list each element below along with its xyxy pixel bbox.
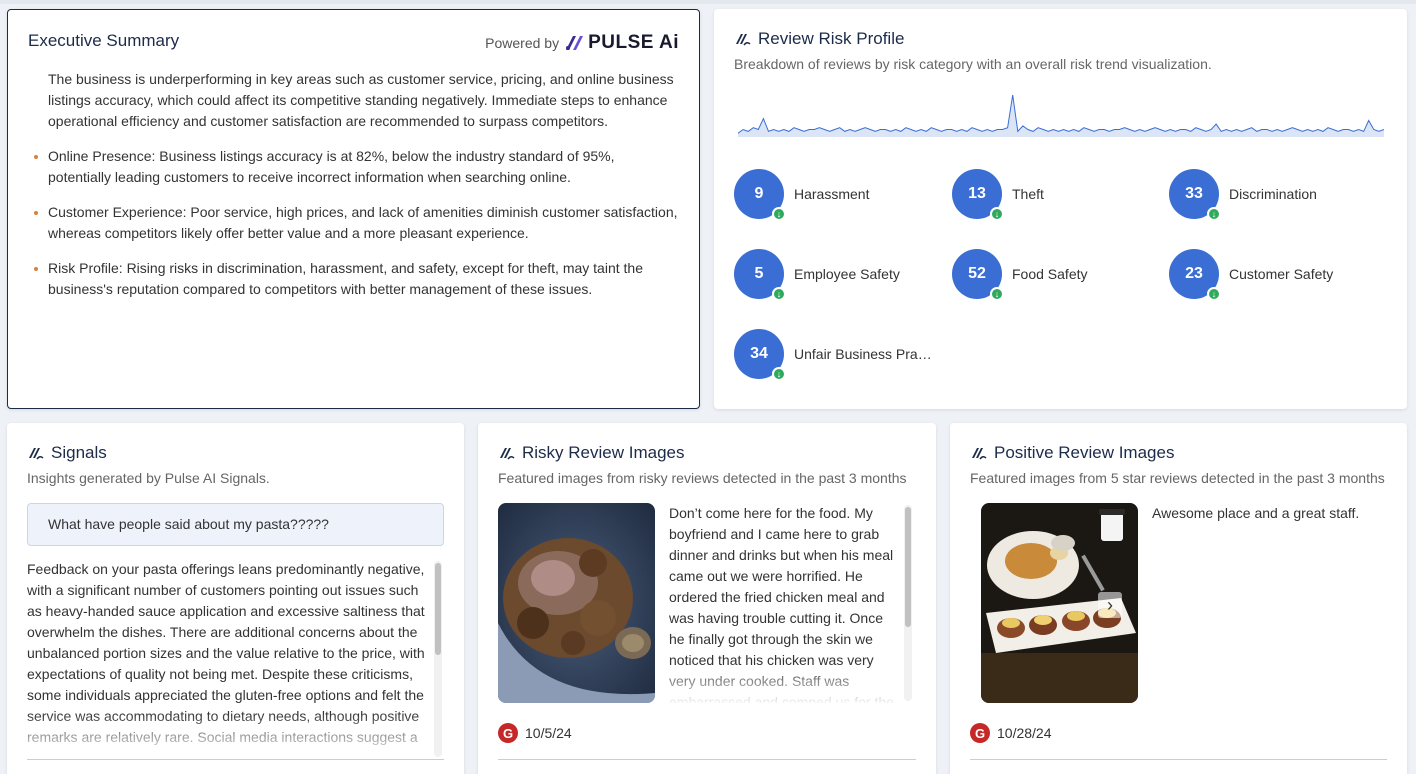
- risk-category-item[interactable]: 33 ↓ Discrimination: [1169, 169, 1317, 221]
- risk-category-item[interactable]: 9 ↓ Harassment: [734, 169, 870, 221]
- risk-category-item[interactable]: 23 ↓ Customer Safety: [1169, 249, 1334, 301]
- signal-pen-icon: [972, 448, 987, 460]
- executive-summary-body: The business is underperforming in key a…: [34, 69, 680, 314]
- risk-category-label: Theft: [1012, 186, 1044, 202]
- risk-category-label: Harassment: [794, 186, 870, 202]
- risk-trend-sparkline: [738, 94, 1384, 137]
- signals-subtitle: Insights generated by Pulse AI Signals.: [27, 470, 270, 486]
- positive-images-subtitle: Featured images from 5 star reviews dete…: [970, 470, 1385, 486]
- risk-category-item[interactable]: 52 ↓ Food Safety: [952, 249, 1088, 301]
- google-icon: G: [970, 723, 990, 743]
- positive-images-title-text: Positive Review Images: [994, 443, 1175, 462]
- positive-images-title: Positive Review Images: [970, 443, 1174, 463]
- risk-category-label: Employee Safety: [794, 266, 900, 282]
- risk-category-item[interactable]: 5 ↓ Employee Safety: [734, 249, 900, 301]
- risk-category-item[interactable]: 13 ↓ Theft: [952, 169, 1044, 221]
- risky-review-fade: [669, 665, 901, 705]
- executive-summary-title: Executive Summary: [28, 31, 180, 50]
- pulse-logo-text: PULSE Ai: [588, 32, 679, 53]
- risk-count-circle: 23 ↓: [1169, 249, 1221, 301]
- risk-count: 13: [968, 185, 986, 202]
- risky-images-subtitle: Featured images from risky reviews detec…: [498, 470, 907, 486]
- risky-review-scrollbar[interactable]: [904, 505, 912, 701]
- risk-category-label: Customer Safety: [1229, 266, 1334, 282]
- signal-pen-icon: [736, 34, 751, 46]
- top-border: [0, 0, 1416, 4]
- positive-review-date: 10/28/24: [997, 725, 1052, 741]
- risk-category-label: Unfair Business Pra…: [794, 346, 932, 362]
- risk-profile-title: Review Risk Profile: [734, 29, 904, 49]
- executive-intro: The business is underperforming in key a…: [48, 71, 674, 129]
- chevron-right-icon[interactable]: ›: [1098, 592, 1122, 618]
- risk-count: 5: [754, 265, 764, 282]
- risk-count-circle: 33 ↓: [1169, 169, 1221, 221]
- risky-review-images-card: Risky Review Images Featured images from…: [478, 423, 936, 774]
- risky-images-title-text: Risky Review Images: [522, 443, 685, 462]
- risk-category-label: Food Safety: [1012, 266, 1088, 282]
- signal-pen-icon: [500, 448, 515, 460]
- risk-count: 33: [1185, 185, 1203, 202]
- powered-by-label: Powered by: [485, 35, 560, 51]
- risky-images-divider: [498, 759, 916, 760]
- positive-review-images-card: Positive Review Images Featured images f…: [950, 423, 1407, 774]
- fried-chicken-image: [498, 503, 655, 703]
- executive-bullets: Online Presence: Business listings accur…: [34, 146, 680, 300]
- risk-count: 52: [968, 265, 986, 282]
- risk-count-circle: 13 ↓: [952, 169, 1004, 221]
- signals-divider: [27, 759, 444, 760]
- signals-title: Signals: [27, 443, 107, 463]
- risk-count: 23: [1185, 265, 1203, 282]
- pulse-ai-logo: PULSE Ai: [565, 32, 679, 54]
- risk-profile-title-text: Review Risk Profile: [758, 29, 905, 48]
- risk-profile-subtitle: Breakdown of reviews by risk category wi…: [734, 56, 1212, 72]
- positive-review-photo[interactable]: ›: [981, 503, 1138, 703]
- risk-count-circle: 9 ↓: [734, 169, 786, 221]
- risk-category-label: Discrimination: [1229, 186, 1317, 202]
- arrow-down-icon: ↓: [1207, 287, 1221, 301]
- risky-images-title: Risky Review Images: [498, 443, 685, 463]
- google-icon: G: [498, 723, 518, 743]
- positive-images-divider: [970, 759, 1387, 760]
- review-risk-profile-card: Review Risk Profile Breakdown of reviews…: [714, 9, 1407, 409]
- executive-summary-card: Executive Summary Powered by PULSE Ai Th…: [7, 9, 700, 409]
- signals-scrollbar[interactable]: [434, 561, 442, 757]
- risky-review-scroll-thumb[interactable]: [905, 507, 911, 627]
- risk-count-circle: 52 ↓: [952, 249, 1004, 301]
- signals-fade: [27, 713, 432, 759]
- risk-count-circle: 34 ↓: [734, 329, 786, 381]
- arrow-down-icon: ↓: [990, 287, 1004, 301]
- risk-category-item[interactable]: 34 ↓ Unfair Business Pra…: [734, 329, 932, 381]
- arrow-down-icon: ↓: [990, 207, 1004, 221]
- risky-review-date: 10/5/24: [525, 725, 572, 741]
- risk-count: 34: [750, 345, 768, 362]
- arrow-down-icon: ↓: [772, 287, 786, 301]
- executive-bullet: Customer Experience: Poor service, high …: [34, 202, 680, 244]
- arrow-down-icon: ↓: [772, 367, 786, 381]
- arrow-down-icon: ↓: [772, 207, 786, 221]
- signals-scroll-thumb[interactable]: [435, 563, 441, 655]
- risky-review-photo[interactable]: [498, 503, 655, 703]
- powered-by: Powered by PULSE Ai: [485, 32, 679, 54]
- positive-review-text: Awesome place and a great staff.: [1152, 505, 1360, 521]
- executive-bullet: Online Presence: Business listings accur…: [34, 146, 680, 188]
- signals-question[interactable]: What have people said about my pasta????…: [27, 503, 444, 546]
- sparkline-line: [738, 94, 1384, 134]
- signals-card: Signals Insights generated by Pulse AI S…: [7, 423, 464, 774]
- positive-review-meta: G 10/28/24: [970, 723, 1052, 743]
- arrow-down-icon: ↓: [1207, 207, 1221, 221]
- risk-count-circle: 5 ↓: [734, 249, 786, 301]
- signals-title-text: Signals: [51, 443, 107, 462]
- executive-bullet: Risk Profile: Rising risks in discrimina…: [34, 258, 680, 300]
- risk-count: 9: [754, 185, 764, 202]
- risky-review-meta: G 10/5/24: [498, 723, 572, 743]
- pulse-logo-icon: [566, 36, 584, 50]
- signal-pen-icon: [29, 448, 44, 460]
